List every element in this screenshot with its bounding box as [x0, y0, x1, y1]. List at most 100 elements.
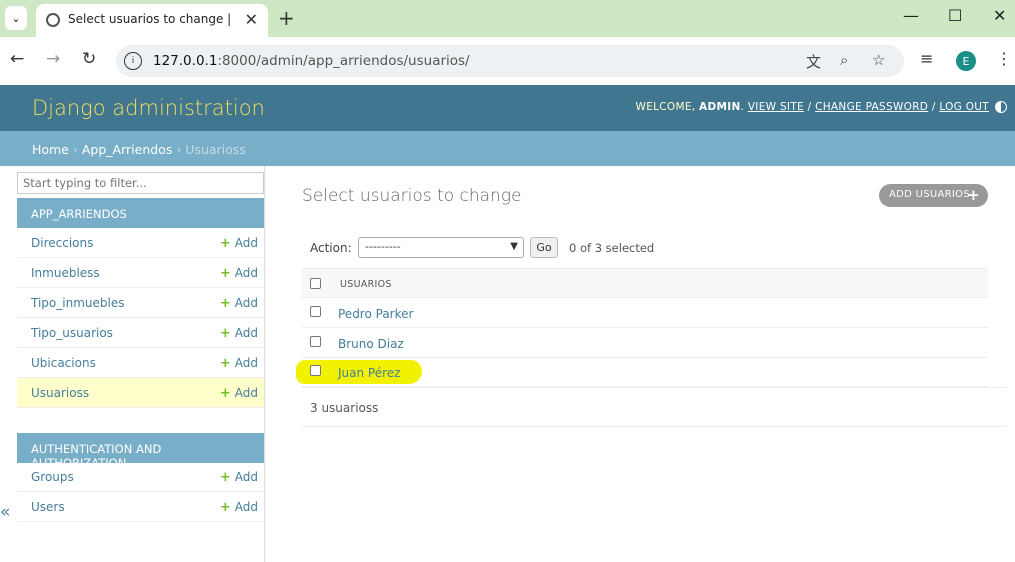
- table-row: Pedro Parker: [302, 298, 988, 328]
- sidebar-item-label[interactable]: Ubicacions: [31, 356, 96, 370]
- sidebar-item-ubicacions[interactable]: Ubicacions + Add: [17, 348, 264, 378]
- tab-title: Select usuarios to change | Django site …: [68, 12, 236, 26]
- zoom-icon[interactable]: ⌕: [840, 51, 848, 69]
- forward-icon[interactable]: →: [46, 49, 60, 69]
- add-label: Add: [234, 296, 258, 310]
- add-label: Add: [234, 470, 258, 484]
- sidebar-item-inmuebless[interactable]: Inmuebless + Add: [17, 258, 264, 288]
- action-selected-value: ---------: [365, 240, 401, 253]
- theme-toggle-icon[interactable]: [995, 101, 1007, 113]
- close-window-icon[interactable]: ✕: [993, 6, 1006, 25]
- paginator: 3 usuarioss: [302, 387, 1006, 427]
- row-link[interactable]: Pedro Parker: [338, 307, 413, 321]
- new-tab-button[interactable]: +: [278, 6, 295, 30]
- reload-icon[interactable]: ↻: [82, 49, 96, 69]
- sidebar-item-label[interactable]: Usuarioss: [31, 386, 89, 400]
- minimize-icon[interactable]: —: [903, 6, 919, 25]
- action-select[interactable]: --------- ▼: [358, 237, 524, 258]
- url-text[interactable]: 127.0.0.1:8000/admin/app_arriendos/usuar…: [153, 53, 470, 69]
- username: ADMIN: [699, 101, 741, 113]
- add-label: Add: [234, 236, 258, 250]
- select-all-checkbox[interactable]: [310, 278, 321, 289]
- sidebar-add-link[interactable]: + Add: [220, 500, 258, 515]
- row-checkbox[interactable]: [310, 306, 321, 317]
- change-password-link[interactable]: CHANGE PASSWORD: [815, 101, 928, 113]
- breadcrumb-current: Usuarioss: [185, 142, 246, 157]
- plus-icon: +: [219, 470, 231, 485]
- url-host: 127.0.0.1: [153, 53, 218, 69]
- site-branding[interactable]: Django administration: [32, 96, 265, 120]
- sidebar-add-link[interactable]: + Add: [220, 356, 258, 371]
- table-row: Bruno Diaz: [302, 328, 988, 358]
- welcome-text: WELCOME,: [635, 101, 700, 113]
- sidebar-add-link[interactable]: + Add: [220, 470, 258, 485]
- action-label: Action:: [310, 241, 352, 255]
- sidebar-item-direccions[interactable]: Direccions + Add: [17, 228, 264, 258]
- add-button-label: ADD USUARIOS: [889, 189, 970, 200]
- sidebar-item-users[interactable]: Users + Add: [17, 492, 264, 522]
- sidebar-item-label[interactable]: Tipo_inmuebles: [31, 296, 124, 310]
- add-usuarios-button[interactable]: ADD USUARIOS +: [879, 184, 988, 207]
- sidebar-item-label[interactable]: Direccions: [31, 236, 93, 250]
- page-title: Select usuarios to change: [302, 186, 522, 206]
- plus-icon: +: [219, 326, 231, 341]
- breadcrumb-app[interactable]: App_Arriendos: [82, 142, 172, 157]
- media-queue-icon[interactable]: ≡: [920, 49, 933, 68]
- row-checkbox[interactable]: [310, 335, 321, 347]
- add-label: Add: [234, 386, 258, 400]
- tab-search-chevron-icon[interactable]: ⌄: [5, 6, 27, 30]
- back-icon[interactable]: ←: [10, 49, 24, 69]
- translate-icon[interactable]: 文: [806, 51, 821, 72]
- table-row: Juan Pérez: [302, 357, 988, 387]
- address-bar[interactable]: i 127.0.0.1:8000/admin/app_arriendos/usu…: [116, 45, 904, 77]
- site-header: Django administration WELCOME, ADMIN. VI…: [0, 85, 1015, 131]
- profile-avatar[interactable]: E: [956, 51, 976, 71]
- sidebar-filter-input[interactable]: [17, 172, 264, 194]
- column-header-usuarios[interactable]: USUARIOS: [340, 279, 392, 290]
- row-link[interactable]: Juan Pérez: [338, 366, 400, 380]
- sidebar-item-usuarioss[interactable]: Usuarioss + Add: [17, 378, 264, 408]
- plus-icon: +: [219, 356, 231, 371]
- plus-icon: +: [219, 266, 231, 281]
- sidebar-item-label[interactable]: Tipo_usuarios: [31, 326, 113, 340]
- sidebar-add-link[interactable]: + Add: [220, 296, 258, 311]
- sidebar-collapse-toggle[interactable]: «: [0, 502, 10, 522]
- sidebar-item-label[interactable]: Users: [31, 500, 65, 514]
- add-label: Add: [234, 500, 258, 514]
- action-counter: 0 of 3 selected: [569, 241, 655, 255]
- app-caption-auth[interactable]: AUTHENTICATION AND AUTHORIZATION: [17, 433, 264, 470]
- breadcrumb: Home › App_Arriendos › Usuarioss: [0, 131, 1015, 166]
- breadcrumb-home[interactable]: Home: [32, 142, 69, 157]
- sidebar-item-tipo_usuarios[interactable]: Tipo_usuarios + Add: [17, 318, 264, 348]
- sidebar-add-link[interactable]: + Add: [220, 326, 258, 341]
- log-out-link[interactable]: LOG OUT: [939, 101, 989, 113]
- plus-icon: +: [967, 186, 980, 204]
- sidebar-item-tipo_inmuebles[interactable]: Tipo_inmuebles + Add: [17, 288, 264, 318]
- sidebar-item-label[interactable]: Inmuebless: [31, 266, 100, 280]
- maximize-icon[interactable]: ☐: [948, 6, 962, 25]
- url-path: :8000/admin/app_arriendos/usuarios/: [217, 53, 470, 69]
- add-label: Add: [234, 266, 258, 280]
- browser-tab[interactable]: Select usuarios to change | Django site …: [36, 4, 268, 37]
- row-checkbox[interactable]: [310, 365, 321, 376]
- plus-icon: +: [219, 236, 231, 251]
- nav-sidebar: APP_ARRIENDOS Direccions+AddInmuebless+A…: [16, 166, 265, 562]
- bookmark-star-icon[interactable]: ☆: [872, 51, 885, 69]
- sidebar-item-groups[interactable]: Groups + Add: [17, 462, 264, 492]
- add-label: Add: [234, 326, 258, 340]
- app-caption-app-arriendos[interactable]: APP_ARRIENDOS: [17, 198, 264, 228]
- plus-icon: +: [219, 296, 231, 311]
- user-tools: WELCOME, ADMIN. VIEW SITE / CHANGE PASSW…: [635, 101, 989, 113]
- row-link[interactable]: Bruno Diaz: [338, 337, 404, 351]
- sidebar-add-link[interactable]: + Add: [220, 386, 258, 401]
- go-button[interactable]: Go: [530, 237, 558, 258]
- tab-close-icon[interactable]: ✕: [245, 10, 258, 29]
- view-site-link[interactable]: VIEW SITE: [748, 101, 804, 113]
- browser-toolbar: ← → ↻ i 127.0.0.1:8000/admin/app_arriend…: [0, 37, 1015, 85]
- kebab-menu-icon[interactable]: ⋮: [996, 49, 1012, 68]
- sidebar-item-label[interactable]: Groups: [31, 470, 74, 484]
- table-header: USUARIOS: [302, 268, 988, 298]
- site-info-icon[interactable]: i: [124, 52, 142, 70]
- sidebar-add-link[interactable]: + Add: [220, 266, 258, 281]
- sidebar-add-link[interactable]: + Add: [220, 236, 258, 251]
